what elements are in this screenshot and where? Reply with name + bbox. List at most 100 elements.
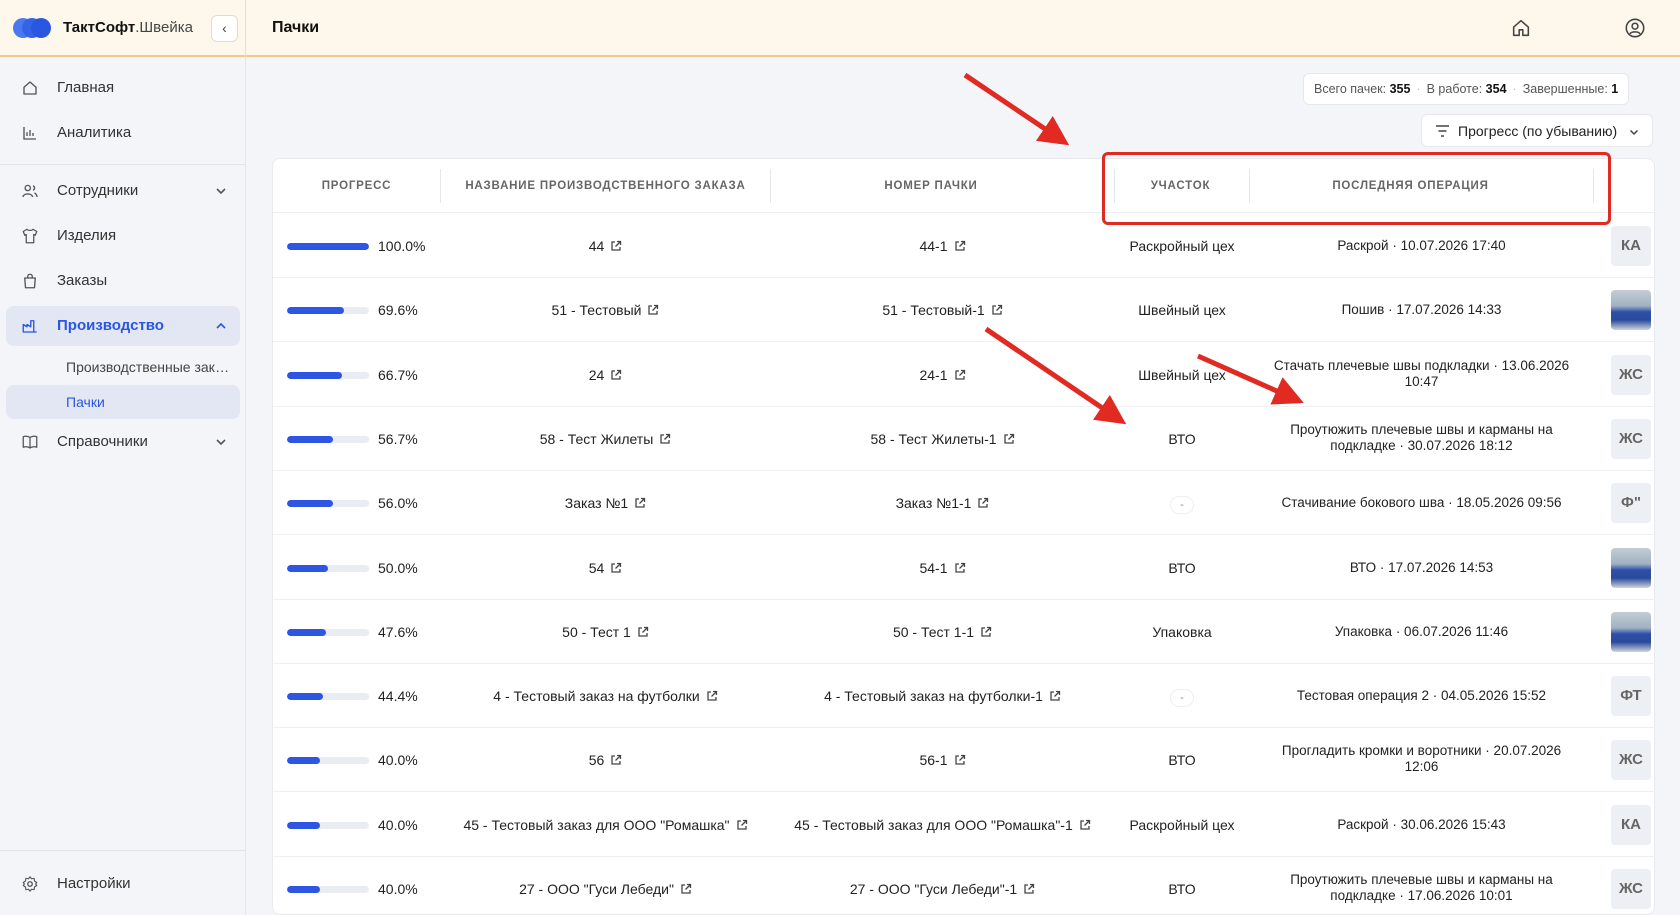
- order-name-link[interactable]: 56: [441, 752, 770, 768]
- table-row[interactable]: 40.0% 27 - ООО "Гуси Лебеди" 27 - ООО "Г…: [273, 857, 1654, 914]
- table-row[interactable]: 40.0% 45 - Тестовый заказ для ООО "Ромаш…: [273, 793, 1654, 857]
- external-link-icon[interactable]: [610, 369, 622, 381]
- batch-number-link[interactable]: Заказ №1-1: [771, 495, 1114, 511]
- external-link-icon[interactable]: [954, 240, 966, 252]
- sidebar-item-products[interactable]: Изделия: [6, 216, 240, 256]
- column-header-order-name[interactable]: НАЗВАНИЕ ПРОИЗВОДСТВЕННОГО ЗАКАЗА: [441, 180, 770, 192]
- batch-number-link[interactable]: 56-1: [771, 752, 1114, 768]
- external-link-icon[interactable]: [991, 304, 1003, 316]
- order-name-link[interactable]: 50 - Тест 1: [441, 624, 770, 640]
- home-icon[interactable]: [1510, 17, 1532, 39]
- batch-number-link[interactable]: 4 - Тестовый заказ на футболки-1: [771, 688, 1114, 704]
- progress-bar: [287, 307, 369, 315]
- progress-fill: [287, 693, 324, 701]
- batch-number-link[interactable]: 45 - Тестовый заказ для ООО "Ромашка"-1: [771, 817, 1114, 833]
- section-cell: Раскройный цех: [1115, 817, 1249, 833]
- external-link-icon[interactable]: [637, 626, 649, 638]
- sidebar-item-employees[interactable]: Сотрудники: [6, 171, 240, 211]
- external-link-icon[interactable]: [634, 497, 646, 509]
- external-link-icon[interactable]: [610, 240, 622, 252]
- sidebar-item-home[interactable]: Главная: [6, 68, 240, 108]
- external-link-icon[interactable]: [1003, 433, 1015, 445]
- last-operation-line: ВТО · 17.07.2026 14:53: [1349, 559, 1494, 575]
- annotation-highlight-box: [1102, 152, 1611, 225]
- employee-initials-avatar: ЖС: [1611, 418, 1651, 459]
- progress-fill: [287, 564, 328, 572]
- table-row[interactable]: 50.0% 54 54-1 ВТО ВТО · 17.07.2026 14:53: [273, 536, 1654, 600]
- order-name-link[interactable]: 54: [441, 560, 770, 576]
- sidebar-subitem-batches[interactable]: Пачки: [6, 385, 240, 419]
- progress-fill: [287, 435, 334, 443]
- external-link-icon[interactable]: [736, 819, 748, 831]
- progress-bar: [287, 693, 369, 701]
- table-row[interactable]: 44.4% 4 - Тестовый заказ на футболки 4 -…: [273, 664, 1654, 729]
- last-operation-line: Стачать плечевые швы подкладки · 13.06.2…: [1273, 357, 1570, 373]
- in-work-count: 354: [1485, 82, 1507, 96]
- external-link-icon[interactable]: [680, 883, 692, 895]
- column-header-batch-number[interactable]: НОМЕР ПАЧКИ: [771, 180, 1091, 192]
- external-link-icon[interactable]: [647, 304, 659, 316]
- external-link-icon[interactable]: [1023, 883, 1035, 895]
- order-name-link[interactable]: 27 - ООО "Гуси Лебеди": [441, 881, 770, 897]
- external-link-icon[interactable]: [1079, 819, 1091, 831]
- external-link-icon[interactable]: [954, 369, 966, 381]
- order-name-link[interactable]: 58 - Тест Жилеты: [441, 431, 770, 447]
- sidebar-item-production[interactable]: Производство: [6, 306, 240, 346]
- progress-fill: [287, 821, 320, 829]
- collapse-sidebar-button[interactable]: ‹: [211, 15, 238, 42]
- batch-number-link[interactable]: 58 - Тест Жилеты-1: [771, 431, 1114, 447]
- sort-label: Прогресс (по убыванию): [1458, 123, 1618, 139]
- order-name-link[interactable]: 4 - Тестовый заказ на футболки: [441, 688, 770, 704]
- section-cell: Упаковка: [1115, 624, 1249, 640]
- section-text: ВТО: [1168, 752, 1196, 769]
- employee-initials-avatar: КА: [1611, 226, 1651, 266]
- empty-section-badge: -: [1170, 496, 1194, 515]
- batch-number-link[interactable]: 54-1: [771, 560, 1114, 576]
- sidebar-item-orders[interactable]: Заказы: [6, 261, 240, 301]
- sidebar-item-settings[interactable]: Настройки: [6, 864, 240, 904]
- sidebar-subitem-label: Пачки: [66, 394, 105, 410]
- external-link-icon[interactable]: [610, 754, 622, 766]
- empty-section-badge: -: [1170, 689, 1194, 708]
- order-name-link[interactable]: Заказ №1: [441, 495, 770, 511]
- sort-dropdown[interactable]: Прогресс (по убыванию): [1421, 114, 1653, 147]
- table-row[interactable]: 40.0% 56 56-1 ВТО Прогладить кромки и во…: [273, 728, 1654, 793]
- external-link-icon[interactable]: [1049, 690, 1061, 702]
- external-link-icon[interactable]: [954, 562, 966, 574]
- order-name-link[interactable]: 44: [441, 238, 770, 254]
- sidebar-item-analytics[interactable]: Аналитика: [6, 113, 240, 153]
- external-link-icon[interactable]: [706, 690, 718, 702]
- sidebar-item-label: Заказы: [57, 272, 108, 289]
- chevron-down-icon: [216, 439, 226, 446]
- section-cell: Швейный цех: [1115, 302, 1249, 318]
- external-link-icon[interactable]: [977, 497, 989, 509]
- section-text: ВТО: [1168, 559, 1196, 576]
- order-name-link[interactable]: 45 - Тестовый заказ для ООО "Ромашка": [441, 817, 770, 833]
- column-header-progress[interactable]: ПРОГРЕСС: [273, 180, 440, 192]
- table-row[interactable]: 56.7% 58 - Тест Жилеты 58 - Тест Жилеты-…: [273, 407, 1654, 471]
- batch-number-link[interactable]: 51 - Тестовый-1: [771, 302, 1114, 318]
- external-link-icon[interactable]: [980, 626, 992, 638]
- external-link-icon[interactable]: [954, 754, 966, 766]
- chevron-left-icon: ‹: [222, 20, 227, 36]
- batch-number-link[interactable]: 50 - Тест 1-1: [771, 624, 1114, 640]
- order-name-link[interactable]: 51 - Тестовый: [441, 302, 770, 318]
- last-operation-line: Пошив · 17.07.2026 14:33: [1341, 302, 1502, 318]
- table-row[interactable]: 56.0% Заказ №1 Заказ №1-1 - Стачивание б…: [273, 471, 1654, 536]
- batch-number-link[interactable]: 24-1: [771, 367, 1114, 383]
- table-row[interactable]: 66.7% 24 24-1 Швейный цех Стачать плечев…: [273, 343, 1654, 407]
- table-row[interactable]: 47.6% 50 - Тест 1 50 - Тест 1-1 Упаковка…: [273, 600, 1654, 664]
- employee-initials-avatar: ЖС: [1611, 354, 1651, 395]
- user-profile-icon[interactable]: [1624, 17, 1646, 39]
- chevron-down-icon: [216, 188, 226, 195]
- order-name-link[interactable]: 24: [441, 367, 770, 383]
- sidebar-divider: [0, 164, 246, 165]
- external-link-icon[interactable]: [659, 433, 671, 445]
- batch-number-link[interactable]: 27 - ООО "Гуси Лебеди"-1: [771, 881, 1114, 897]
- external-link-icon[interactable]: [610, 562, 622, 574]
- sidebar-subitem-production-orders[interactable]: Производственные заказы: [6, 350, 240, 384]
- employee-photo-avatar: [1611, 547, 1651, 588]
- sidebar-item-directories[interactable]: Справочники: [6, 422, 240, 462]
- batch-number-link[interactable]: 44-1: [771, 238, 1114, 254]
- table-row[interactable]: 69.6% 51 - Тестовый 51 - Тестовый-1 Швей…: [273, 278, 1654, 343]
